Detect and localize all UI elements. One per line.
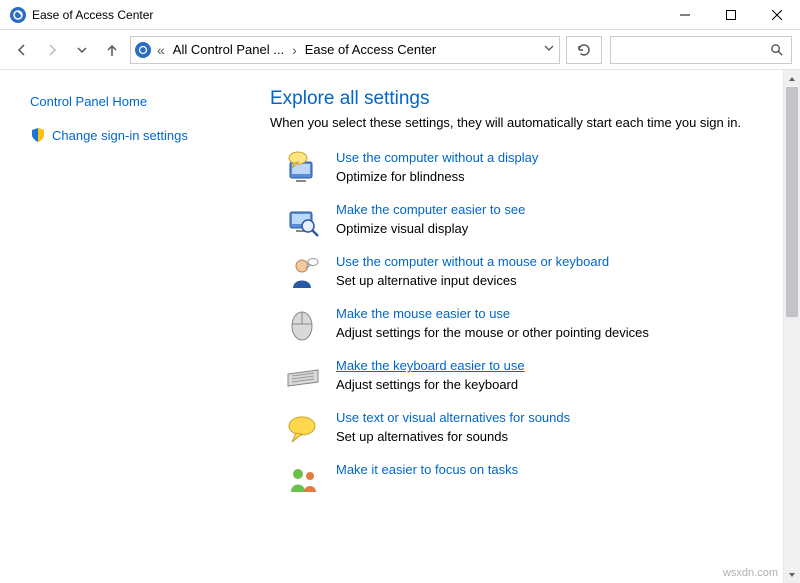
sidebar-link-signin[interactable]: Change sign-in settings	[30, 127, 250, 143]
link-without-mouse-keyboard[interactable]: Use the computer without a mouse or keyb…	[336, 254, 609, 269]
link-without-display[interactable]: Use the computer without a display	[336, 150, 538, 165]
link-focus-tasks[interactable]: Make it easier to focus on tasks	[336, 462, 518, 477]
scroll-down-button[interactable]	[784, 566, 800, 583]
titlebar: Ease of Access Center	[0, 0, 800, 30]
link-mouse-easier[interactable]: Make the mouse easier to use	[336, 306, 510, 321]
breadcrumb-seg-2[interactable]: Ease of Access Center	[303, 42, 439, 57]
maximize-button[interactable]	[708, 0, 754, 30]
minimize-button[interactable]	[662, 0, 708, 30]
desc-mouse-easier: Adjust settings for the mouse or other p…	[336, 325, 649, 340]
window-title: Ease of Access Center	[32, 8, 153, 22]
setting-keyboard-easier: Make the keyboard easier to use Adjust s…	[284, 358, 763, 396]
address-icon	[135, 42, 151, 58]
mouse-icon	[284, 306, 322, 344]
link-keyboard-easier[interactable]: Make the keyboard easier to use	[336, 358, 525, 373]
desc-without-mouse-keyboard: Set up alternative input devices	[336, 273, 609, 288]
speech-bubble-icon	[284, 410, 322, 448]
desc-easier-to-see: Optimize visual display	[336, 221, 525, 236]
setting-easier-to-see: Make the computer easier to see Optimize…	[284, 202, 763, 240]
recent-dropdown[interactable]	[68, 36, 96, 64]
monitor-speech-icon	[284, 150, 322, 188]
link-easier-to-see[interactable]: Make the computer easier to see	[336, 202, 525, 217]
back-button[interactable]	[8, 36, 36, 64]
refresh-button[interactable]	[566, 36, 602, 64]
link-sound-alternatives[interactable]: Use text or visual alternatives for soun…	[336, 410, 570, 425]
keyboard-icon	[284, 358, 322, 396]
sidebar-link-home[interactable]: Control Panel Home	[30, 94, 250, 109]
watermark: wsxdn.com	[723, 567, 778, 579]
setting-without-display: Use the computer without a display Optim…	[284, 150, 763, 188]
navbar: « All Control Panel ... › Ease of Access…	[0, 30, 800, 70]
setting-mouse-easier: Make the mouse easier to use Adjust sett…	[284, 306, 763, 344]
scroll-thumb[interactable]	[786, 87, 798, 317]
page-heading: Explore all settings	[270, 88, 763, 110]
address-prefix: «	[155, 42, 167, 58]
page-subtext: When you select these settings, they wil…	[270, 114, 763, 132]
breadcrumb-seg-1[interactable]: All Control Panel ...	[171, 42, 286, 57]
setting-sound-alternatives: Use text or visual alternatives for soun…	[284, 410, 763, 448]
shield-icon	[30, 127, 46, 143]
person-speech-icon	[284, 254, 322, 292]
people-icon	[284, 462, 322, 500]
up-button[interactable]	[98, 36, 126, 64]
forward-button[interactable]	[38, 36, 66, 64]
address-dropdown[interactable]	[537, 42, 555, 57]
monitor-magnify-icon	[284, 202, 322, 240]
close-button[interactable]	[754, 0, 800, 30]
window-icon	[10, 7, 26, 23]
scroll-up-button[interactable]	[784, 70, 800, 87]
chevron-right-icon: ›	[290, 42, 299, 58]
search-input[interactable]	[610, 36, 792, 64]
desc-without-display: Optimize for blindness	[336, 169, 538, 184]
address-bar[interactable]: « All Control Panel ... › Ease of Access…	[130, 36, 560, 64]
scroll-track[interactable]	[784, 87, 800, 566]
setting-without-mouse-keyboard: Use the computer without a mouse or keyb…	[284, 254, 763, 292]
main-content: Explore all settings When you select the…	[250, 70, 783, 583]
setting-focus-tasks: Make it easier to focus on tasks	[284, 462, 763, 500]
scrollbar[interactable]	[783, 70, 800, 583]
desc-sound-alternatives: Set up alternatives for sounds	[336, 429, 570, 444]
search-icon	[770, 43, 783, 56]
desc-keyboard-easier: Adjust settings for the keyboard	[336, 377, 525, 392]
sidebar: Control Panel Home Change sign-in settin…	[0, 70, 250, 583]
